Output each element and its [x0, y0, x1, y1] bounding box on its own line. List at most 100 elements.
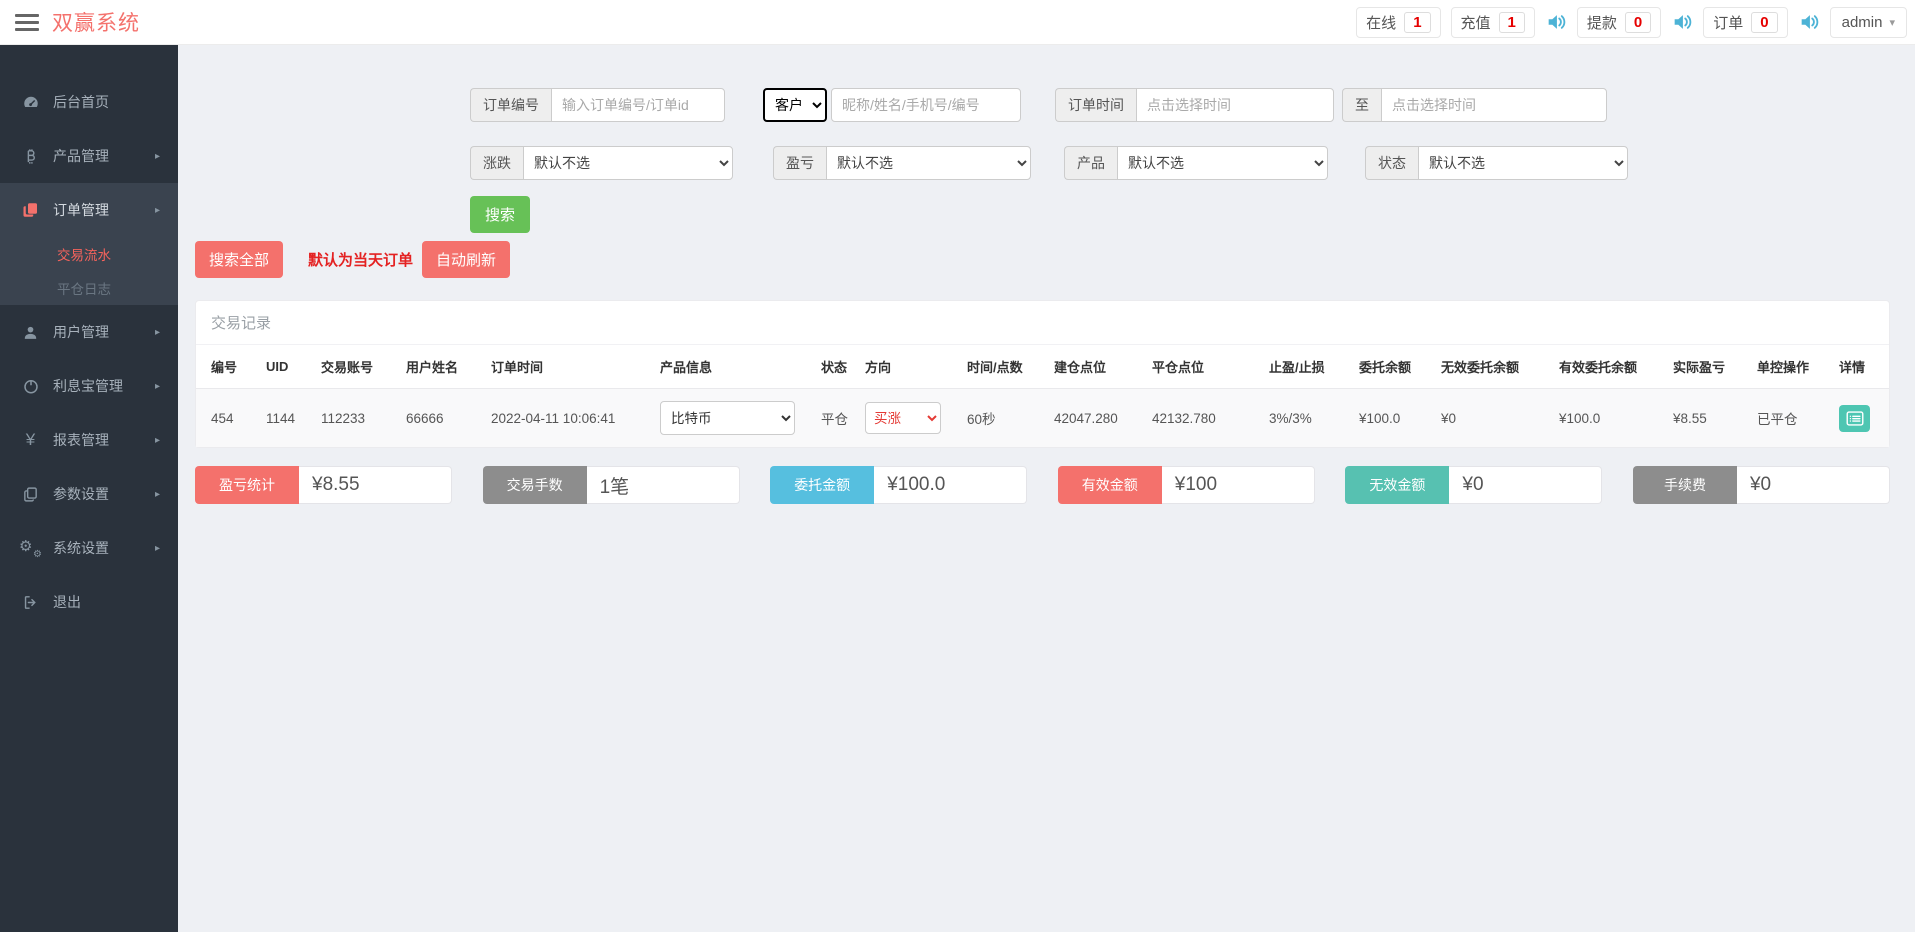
row-product-select[interactable]: 比特币	[660, 401, 795, 435]
power-circle-icon	[21, 377, 40, 396]
withdraw-stat-box: 提款 0	[1576, 6, 1662, 38]
logout-icon	[21, 593, 40, 612]
product-select[interactable]: 默认不选	[1117, 146, 1328, 180]
chevron-right-icon: ▸	[154, 542, 160, 554]
col-tp-sl: 止盈/止损	[1269, 360, 1325, 375]
col-uid: UID	[266, 359, 289, 374]
table-row: 454 1144 112233 66666 2022-04-11 10:06:4…	[196, 389, 1889, 447]
summary-valid-amount: 有效金额 ¥100	[1057, 466, 1315, 504]
admin-dropdown[interactable]: admin ▾	[1829, 6, 1907, 38]
chevron-right-icon: ▸	[154, 150, 160, 162]
row-status: 平仓	[821, 412, 848, 427]
withdraw-count: 0	[1624, 11, 1652, 33]
customer-type-select[interactable]: 客户	[763, 88, 827, 122]
chevron-right-icon: ▸	[154, 204, 160, 216]
summary-fee: 手续费 ¥0	[1632, 466, 1890, 504]
search-button[interactable]: 搜索	[470, 196, 531, 233]
customer-filter: 客户	[763, 88, 1021, 122]
row-time: 2022-04-11 10:06:41	[491, 410, 616, 426]
sidebar-item-reports[interactable]: ¥ 报表管理 ▸	[0, 413, 178, 467]
sidebar-item-label: 利息宝管理	[53, 378, 123, 394]
panel-title: 交易记录	[196, 301, 1889, 345]
updown-filter: 涨跌 默认不选	[470, 146, 733, 180]
col-duration: 时间/点数	[967, 360, 1023, 375]
col-product: 产品信息	[660, 360, 713, 375]
list-detail-icon	[1846, 410, 1863, 426]
row-tp-sl: 3%/3%	[1269, 410, 1312, 426]
sidebar-subitem-close-log[interactable]: 平仓日志	[0, 271, 178, 305]
col-account: 交易账号	[321, 360, 374, 375]
brand-title: 双赢系统	[52, 12, 140, 35]
topbar: 双赢系统 在线 1 充值 1 提款 0 订单 0 admin ▾	[0, 0, 1915, 45]
col-name: 用户姓名	[406, 360, 459, 375]
col-entrust: 委托余额	[1359, 360, 1412, 375]
to-label: 至	[1342, 88, 1381, 122]
online-count: 1	[1404, 11, 1431, 33]
chevron-right-icon: ▸	[154, 380, 160, 392]
summary-label: 无效金额	[1345, 466, 1450, 504]
col-actual-profit: 实际盈亏	[1673, 360, 1726, 375]
row-entrust: ¥100.0	[1359, 410, 1401, 426]
sidebar-item-order-management[interactable]: 订单管理 ▸	[0, 183, 178, 237]
detail-button[interactable]	[1839, 404, 1870, 432]
row-control: 已平仓	[1757, 412, 1798, 427]
sidebar-item-label: 参数设置	[53, 486, 109, 502]
col-close-price: 平仓点位	[1152, 360, 1205, 375]
hamburger-menu-icon[interactable]	[15, 10, 39, 35]
product-label: 产品	[1064, 146, 1117, 180]
sidebar-item-label: 报表管理	[53, 432, 109, 448]
summary-value: ¥0	[1736, 466, 1890, 504]
summary-value: ¥100	[1161, 466, 1315, 504]
filter-form: 订单编号 客户 订单时间 至	[470, 45, 1890, 233]
row-duration: 60秒	[967, 412, 996, 427]
orders-stat-box: 订单 0	[1703, 6, 1788, 38]
action-row: 搜索全部 默认为当天订单 自动刷新	[195, 241, 1890, 278]
speaker-icon[interactable]	[1671, 11, 1693, 33]
sidebar-item-interest[interactable]: 利息宝管理 ▸	[0, 359, 178, 413]
speaker-icon[interactable]	[1798, 11, 1820, 33]
sidebar-item-label: 系统设置	[53, 540, 109, 556]
recharge-stat-box: 充值 1	[1450, 6, 1535, 38]
status-select[interactable]: 默认不选	[1418, 146, 1628, 180]
chevron-down-icon: ▾	[1889, 16, 1895, 29]
sidebar-item-label: 订单管理	[53, 202, 109, 218]
summary-lots: 交易手数 1笔	[482, 466, 740, 504]
orders-label: 订单	[1713, 14, 1744, 32]
row-account: 112233	[321, 410, 366, 426]
profit-label: 盈亏	[773, 146, 826, 180]
sidebar-item-dashboard[interactable]: 后台首页	[0, 75, 178, 129]
order-time-end-input[interactable]	[1381, 88, 1607, 122]
summary-label: 委托金额	[770, 466, 875, 504]
auto-refresh-button[interactable]: 自动刷新	[422, 241, 511, 278]
updown-select[interactable]: 默认不选	[523, 146, 733, 180]
order-time-filter: 订单时间	[1055, 88, 1334, 122]
sidebar-item-users[interactable]: 用户管理 ▸	[0, 305, 178, 359]
copy-outline-icon	[21, 485, 40, 504]
topbar-status-area: 在线 1 充值 1 提款 0 订单 0 admin ▾	[1356, 6, 1907, 38]
status-label: 状态	[1365, 146, 1418, 180]
admin-username: admin	[1841, 13, 1883, 31]
customer-input[interactable]	[831, 88, 1021, 122]
col-time: 订单时间	[491, 360, 544, 375]
online-stat-box: 在线 1	[1356, 6, 1441, 38]
row-direction-select[interactable]: 买涨	[865, 402, 941, 434]
summary-value: ¥0	[1449, 466, 1603, 504]
col-control: 单控操作	[1757, 360, 1810, 375]
sidebar-item-system-settings[interactable]: ⚙ ⚙ 系统设置 ▸	[0, 521, 178, 575]
sidebar-item-logout[interactable]: 退出	[0, 575, 178, 629]
summary-label: 手续费	[1632, 466, 1737, 504]
order-time-start-input[interactable]	[1136, 88, 1334, 122]
chevron-right-icon: ▸	[154, 326, 160, 338]
speaker-icon[interactable]	[1545, 11, 1567, 33]
sidebar-item-products[interactable]: 产品管理 ▸	[0, 129, 178, 183]
recharge-count: 1	[1498, 11, 1525, 33]
gears-icon: ⚙ ⚙	[19, 537, 42, 560]
search-all-button[interactable]: 搜索全部	[195, 241, 284, 278]
order-no-input[interactable]	[551, 88, 725, 122]
col-status: 状态	[821, 360, 848, 375]
chevron-right-icon: ▸	[154, 488, 160, 500]
sidebar-subitem-trade-flow[interactable]: 交易流水	[0, 237, 178, 271]
profit-select[interactable]: 默认不选	[826, 146, 1031, 180]
sidebar-item-parameters[interactable]: 参数设置 ▸	[0, 467, 178, 521]
row-id: 454	[211, 410, 234, 426]
